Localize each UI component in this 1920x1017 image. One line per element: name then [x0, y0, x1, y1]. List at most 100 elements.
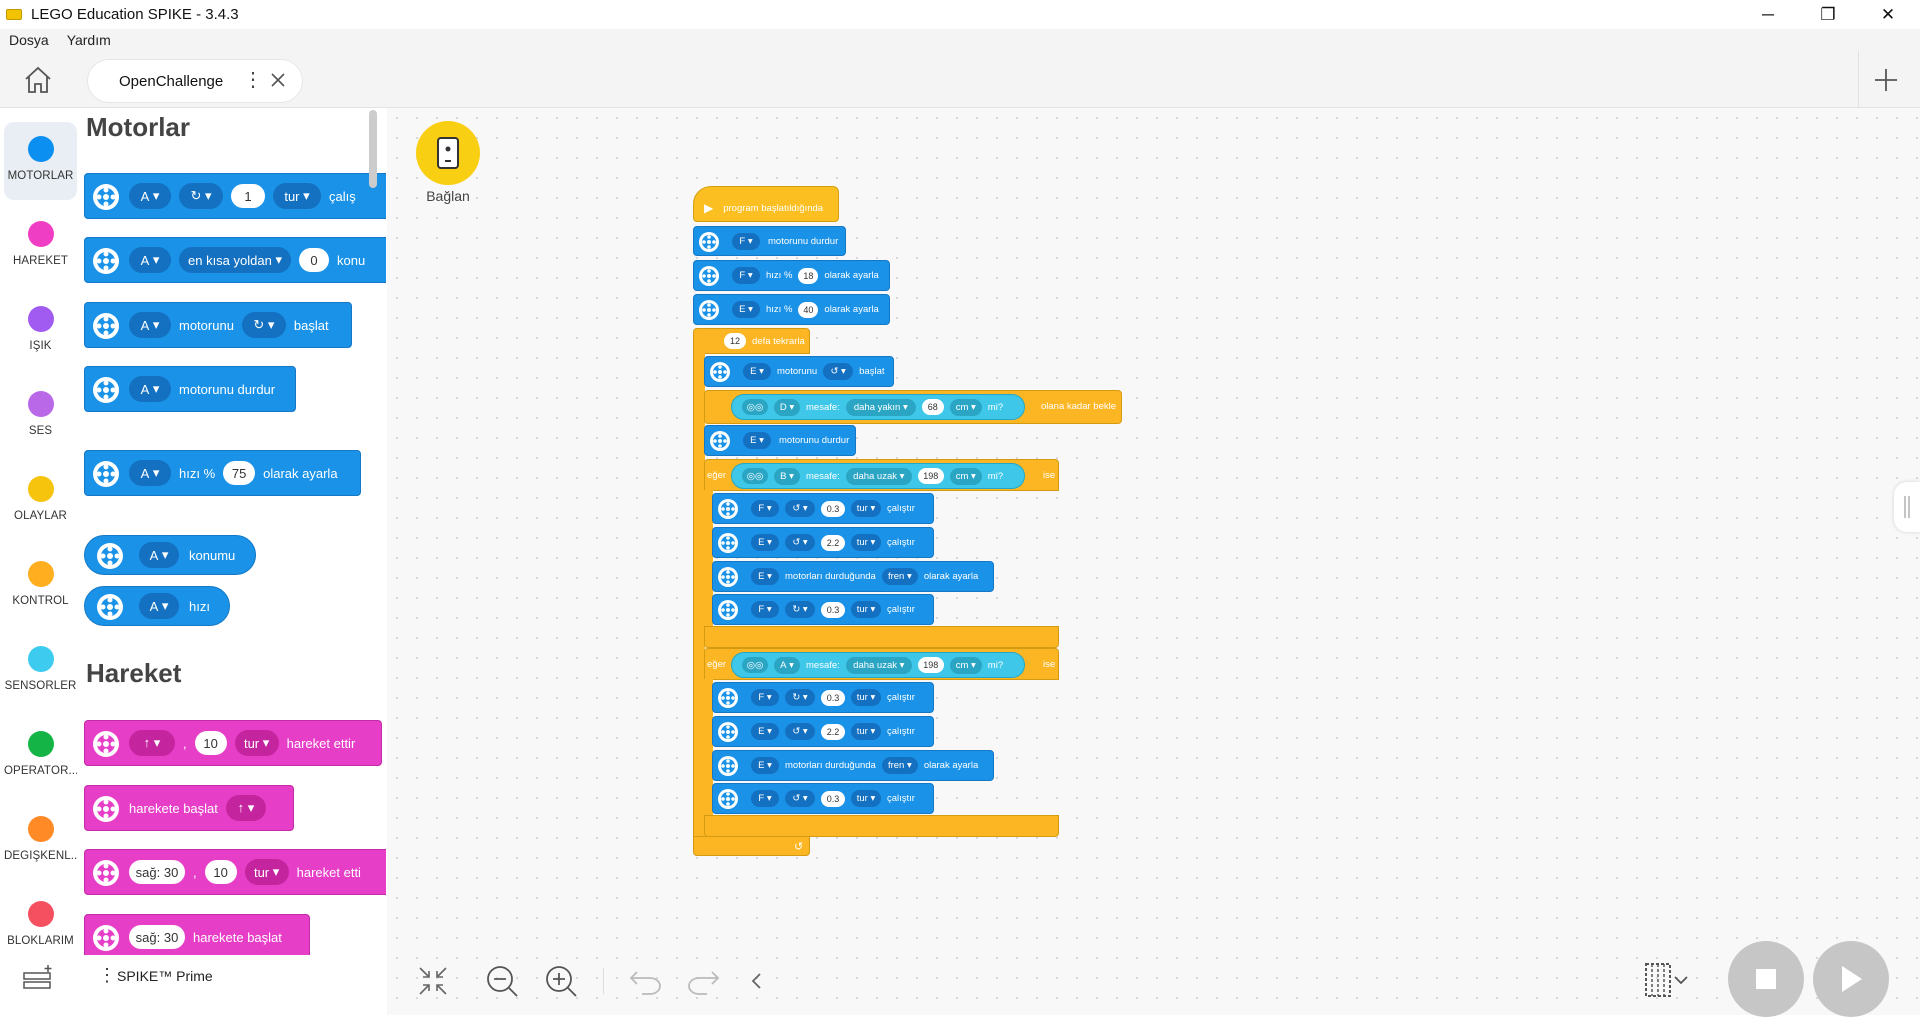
unit-dropdown[interactable]: cm ▾: [949, 398, 982, 416]
palette-scrollbar[interactable]: [369, 110, 377, 188]
unit-dropdown[interactable]: tur ▾: [851, 790, 881, 807]
palette-block-motor-position[interactable]: A ▾ konumu: [84, 535, 256, 575]
close-window-button[interactable]: ✕: [1866, 2, 1910, 28]
unit-dropdown[interactable]: tur ▾: [273, 183, 321, 209]
value-input[interactable]: 10: [194, 731, 227, 755]
category-motors[interactable]: MOTORLAR: [4, 122, 77, 200]
code-canvas[interactable]: [387, 108, 1920, 1015]
port-dropdown[interactable]: F ▾: [751, 689, 779, 706]
category-operators[interactable]: OPERATÖR...: [4, 717, 77, 795]
set-stop-action-block[interactable]: E ▾ motorları durduğunda fren ▾ olarak ayar…: [712, 561, 994, 592]
port-dropdown[interactable]: E ▾: [751, 534, 779, 551]
if-block[interactable]: eğer ◎◎ B ▾ mesafe: daha uzak ▾ 198 cm ▾ mi? i…: [704, 459, 1059, 491]
palette-block-start-moving[interactable]: harekete başlat ↑ ▾: [84, 785, 294, 831]
tab-menu-icon[interactable]: ⋮: [243, 70, 263, 90]
connect-button[interactable]: [416, 121, 480, 185]
port-dropdown[interactable]: F ▾: [751, 790, 779, 807]
stop-motor-block[interactable]: E ▾ motorunu durdur: [704, 425, 856, 456]
repeat-count-input[interactable]: 12: [724, 333, 746, 349]
set-speed-block[interactable]: E ▾ hızı % 40 olarak ayarla: [693, 294, 890, 325]
unit-dropdown[interactable]: tur ▾: [851, 689, 881, 706]
port-dropdown[interactable]: E ▾: [743, 432, 771, 449]
value-input[interactable]: 10: [204, 860, 237, 884]
run-motor-block[interactable]: F ▾ ↺ ▾ 0.3 tur ▾ çalıştır: [712, 493, 934, 524]
compare-dropdown[interactable]: daha uzak ▾: [845, 656, 912, 674]
run-motor-block[interactable]: F ▾ ↻ ▾ 0.3 tur ▾ çalıştır: [712, 594, 934, 625]
port-dropdown[interactable]: E ▾: [743, 363, 771, 380]
value-input[interactable]: 2.2: [821, 723, 845, 740]
run-program-button[interactable]: [1813, 941, 1889, 1017]
value-input[interactable]: 40: [798, 301, 819, 318]
port-dropdown[interactable]: F ▾: [751, 601, 779, 618]
port-dropdown[interactable]: A ▾: [129, 312, 171, 338]
port-dropdown[interactable]: F ▾: [732, 267, 760, 284]
unit-dropdown[interactable]: tur ▾: [851, 534, 881, 551]
direction-dropdown[interactable]: ↺ ▾: [785, 723, 815, 740]
direction-dropdown[interactable]: ↻ ▾: [785, 601, 815, 618]
tab-project[interactable]: OpenChallenge ⋮: [87, 59, 303, 103]
hub-menu-icon[interactable]: ⋮: [98, 965, 116, 986]
port-dropdown[interactable]: A ▾: [139, 593, 179, 619]
port-dropdown[interactable]: A ▾: [139, 542, 179, 568]
steer-input[interactable]: sağ: 30: [129, 860, 185, 884]
palette-block-set-speed[interactable]: A ▾ hızı % 75 olarak ayarla: [84, 450, 361, 496]
port-dropdown[interactable]: E ▾: [751, 757, 779, 774]
unit-dropdown[interactable]: cm ▾: [949, 467, 982, 485]
distance-sensor-condition[interactable]: ◎◎ B ▾ mesafe: daha uzak ▾ 198 cm ▾ mi?: [731, 463, 1025, 489]
value-input[interactable]: 198: [917, 657, 944, 673]
run-motor-block[interactable]: E ▾ ↺ ▾ 2.2 tur ▾ çalıştır: [712, 527, 934, 558]
wait-until-block[interactable]: ◎◎ D ▾ mesafe: daha yakın ▾ 68 cm ▾ mi? olana …: [704, 390, 1122, 424]
value-input[interactable]: 0.3: [821, 689, 845, 706]
port-dropdown[interactable]: A ▾: [774, 656, 800, 674]
restore-button[interactable]: ❐: [1806, 2, 1850, 28]
palette-block-stop-motor[interactable]: A ▾ motorunu durdur: [84, 366, 296, 412]
run-motor-block[interactable]: F ▾ ↺ ▾ 0.3 tur ▾ çalıştır: [712, 783, 934, 814]
stop-motor-block[interactable]: F ▾ motorunu durdur: [693, 226, 846, 256]
value-input[interactable]: 0.3: [821, 601, 845, 618]
compare-dropdown[interactable]: daha uzak ▾: [845, 467, 912, 485]
port-dropdown[interactable]: A ▾: [129, 460, 171, 486]
new-project-plus-icon[interactable]: [1866, 60, 1906, 100]
port-dropdown[interactable]: B ▾: [774, 467, 800, 485]
category-movement[interactable]: HAREKET: [4, 207, 77, 285]
value-input[interactable]: 0.3: [821, 790, 845, 807]
menu-help[interactable]: Yardım: [49, 29, 111, 48]
if-block[interactable]: eğer ◎◎ A ▾ mesafe: daha uzak ▾ 198 cm ▾ mi? i…: [704, 648, 1059, 680]
stop-mode-dropdown[interactable]: fren ▾: [881, 568, 918, 585]
palette-block-motor-speed[interactable]: A ▾ hızı: [84, 586, 230, 626]
extensions-icon[interactable]: [22, 963, 56, 993]
value-input[interactable]: 2.2: [821, 534, 845, 551]
port-dropdown[interactable]: E ▾: [732, 301, 760, 318]
direction-dropdown[interactable]: ↑ ▾: [129, 730, 175, 756]
port-dropdown[interactable]: A ▾: [129, 247, 171, 273]
category-sound[interactable]: SES: [4, 377, 77, 455]
port-dropdown[interactable]: A ▾: [129, 183, 171, 209]
category-light[interactable]: IŞIK: [4, 292, 77, 370]
run-motor-block[interactable]: F ▾ ↻ ▾ 0.3 tur ▾ çalıştır: [712, 682, 934, 713]
close-tab-icon[interactable]: [264, 66, 292, 94]
palette-block-steer-start-moving[interactable]: sağ: 30 harekete başlat: [84, 914, 310, 955]
palette-block-move-for[interactable]: ↑ ▾ , 10 tur ▾ hareket ettir: [84, 720, 382, 766]
right-panel-handle[interactable]: [1894, 482, 1920, 532]
palette-block-start-motor[interactable]: A ▾ motorunu ↻ ▾ başlat: [84, 302, 352, 348]
run-motor-block[interactable]: E ▾ ↺ ▾ 2.2 tur ▾ çalıştır: [712, 716, 934, 747]
value-input[interactable]: 198: [917, 468, 944, 484]
direction-dropdown[interactable]: ↺ ▾: [823, 363, 854, 380]
set-stop-action-block[interactable]: E ▾ motorları durduğunda fren ▾ olarak ayar…: [712, 750, 994, 781]
category-my-blocks[interactable]: BLOKLARIM: [4, 887, 77, 965]
start-motor-block[interactable]: E ▾ motorunu ↺ ▾ başlat: [704, 356, 894, 387]
menu-file[interactable]: Dosya: [0, 29, 49, 48]
mode-dropdown[interactable]: en kısa yoldan ▾: [179, 247, 291, 273]
port-dropdown[interactable]: F ▾: [751, 500, 779, 517]
value-input[interactable]: 1: [231, 184, 265, 208]
home-button[interactable]: [6, 57, 70, 103]
value-input[interactable]: 0: [299, 248, 329, 272]
palette-block-steer-move-for[interactable]: sağ: 30 , 10 tur ▾ hareket etti: [84, 849, 386, 895]
unit-dropdown[interactable]: tur ▾: [851, 601, 881, 618]
unit-dropdown[interactable]: cm ▾: [949, 656, 982, 674]
zoom-in-button[interactable]: [538, 958, 584, 1004]
direction-dropdown[interactable]: ↺ ▾: [785, 790, 815, 807]
when-program-starts-block[interactable]: ▶ program başlatıldığında: [693, 186, 839, 222]
value-input[interactable]: 18: [798, 267, 819, 284]
direction-dropdown[interactable]: ↑ ▾: [225, 795, 266, 821]
